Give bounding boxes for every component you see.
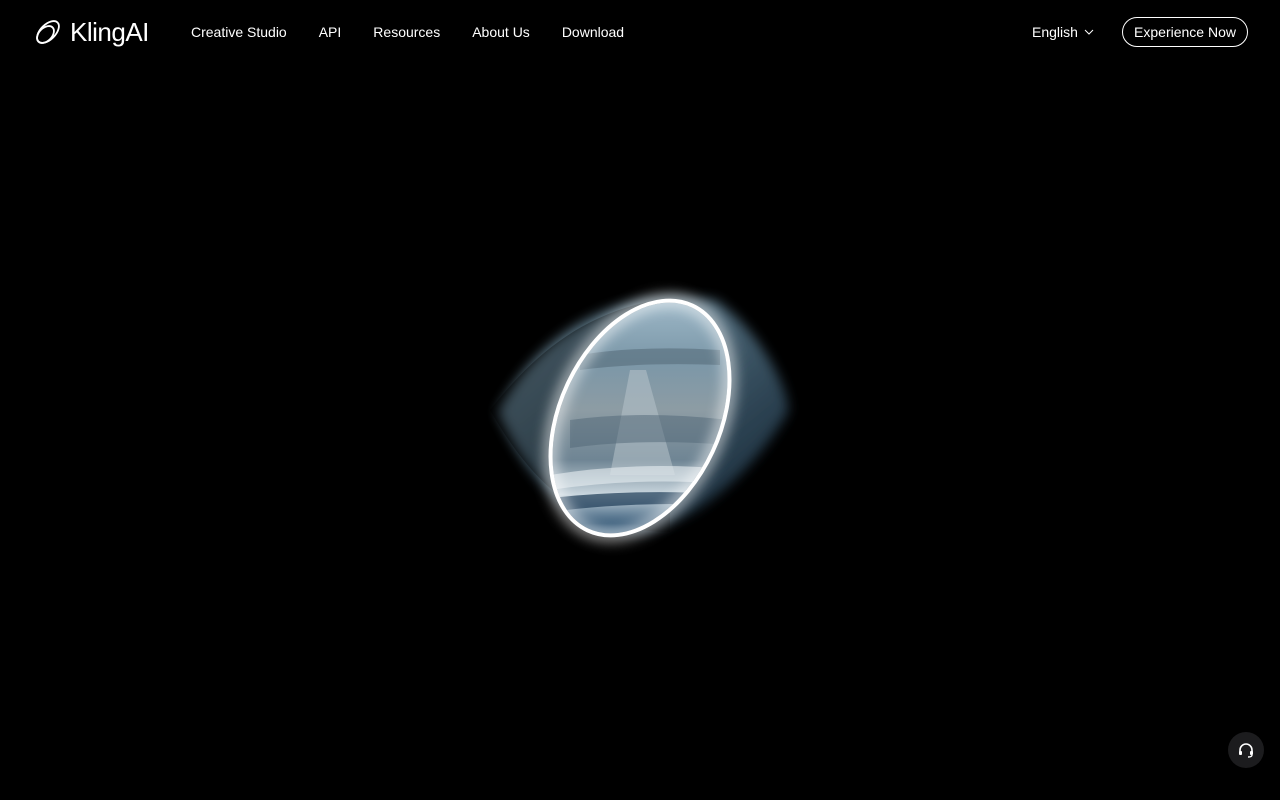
language-label: English: [1032, 24, 1078, 40]
chevron-down-icon: [1084, 29, 1094, 35]
brand-name: KlingAI: [70, 17, 149, 47]
hero-portal: [470, 270, 810, 570]
main-nav: Creative Studio API Resources About Us D…: [175, 0, 640, 64]
nav-item-resources[interactable]: Resources: [357, 0, 456, 64]
nav-item-about-us[interactable]: About Us: [456, 0, 546, 64]
nav-item-creative-studio[interactable]: Creative Studio: [175, 0, 303, 64]
glowing-portal-ring: [490, 280, 789, 562]
support-chat-button[interactable]: [1228, 732, 1264, 768]
language-selector[interactable]: English: [1032, 0, 1094, 64]
nav-item-download[interactable]: Download: [546, 0, 640, 64]
kling-orbit-logo-icon: [36, 20, 60, 44]
top-nav-bar: KlingAI Creative Studio API Resources Ab…: [0, 0, 1280, 64]
nav-item-api[interactable]: API: [303, 0, 358, 64]
experience-now-button[interactable]: Experience Now: [1122, 17, 1248, 47]
brand-logo[interactable]: KlingAI: [32, 15, 149, 49]
page: KlingAI Creative Studio API Resources Ab…: [0, 0, 1280, 800]
headset-icon: [1239, 743, 1253, 758]
